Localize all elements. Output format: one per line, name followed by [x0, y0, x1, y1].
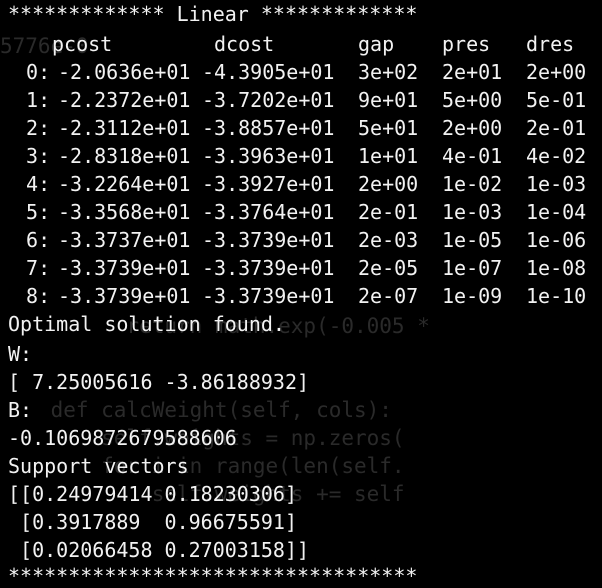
support-vectors-label: Support vectors: [8, 454, 189, 478]
header-line: ************* Linear *************: [8, 2, 418, 26]
support-vector-row: [0.3917889 0.96675591]: [8, 510, 297, 534]
column-header-gap: gap: [358, 32, 395, 56]
iteration-pres-cell: 1e-03: [442, 200, 503, 224]
iteration-dres-cell: 1e-03: [526, 172, 587, 196]
iteration-pres-cell: 1e-02: [442, 172, 503, 196]
iteration-pcost-cell: -2.8318e+01: [58, 144, 191, 168]
iteration-dcost-cell: -3.3927e+01: [202, 172, 335, 196]
iteration-dcost-cell: -3.3739e+01: [202, 228, 335, 252]
iteration-pcost-cell: -2.0636e+01: [58, 60, 191, 84]
iteration-pres-cell: 2e+00: [442, 116, 503, 140]
iteration-gap-cell: 2e-05: [358, 256, 419, 280]
iteration-pres-cell: 4e-01: [442, 144, 503, 168]
iteration-dres-cell: 2e-01: [526, 116, 587, 140]
iteration-dres-cell: 1e-10: [526, 284, 587, 308]
footer-line: **********************************: [8, 564, 418, 588]
iteration-pcost-cell: -3.3568e+01: [58, 200, 191, 224]
iteration-pcost-cell: -2.2372e+01: [58, 88, 191, 112]
iteration-dcost-cell: -3.3739e+01: [202, 284, 335, 308]
column-header-row: pcost dcost gap pres dres: [8, 30, 574, 58]
iteration-pres-cell: 1e-05: [442, 228, 503, 252]
iteration-index-cell: 0:: [14, 60, 51, 84]
iteration-index-cell: 6:: [14, 228, 51, 252]
terminal-window[interactable]: 5776e-0 return math.exp(-0.005 * def cal…: [0, 0, 602, 588]
iteration-dcost-cell: -3.3739e+01: [202, 256, 335, 280]
iteration-gap-cell: 5e+01: [358, 116, 419, 140]
column-header-dres: dres: [526, 32, 575, 56]
iteration-pres-cell: 2e+01: [442, 60, 503, 84]
iteration-dcost-cell: -3.8857e+01: [202, 116, 335, 140]
iteration-index-cell: 4:: [14, 172, 51, 196]
iteration-pcost-cell: -3.3737e+01: [58, 228, 191, 252]
support-vector-row: [0.02066458 0.27003158]]: [8, 538, 310, 562]
iteration-dres-cell: 1e-06: [526, 228, 587, 252]
iteration-pcost-cell: -2.3112e+01: [58, 116, 191, 140]
iteration-dcost-cell: -3.7202e+01: [202, 88, 335, 112]
iteration-gap-cell: 2e+00: [358, 172, 419, 196]
iteration-dcost-cell: -4.3905e+01: [202, 60, 335, 84]
status-line: Optimal solution found.: [8, 312, 285, 336]
iteration-dres-cell: 2e+00: [526, 60, 587, 84]
iteration-dres-cell: 5e-01: [526, 88, 587, 112]
iteration-pcost-cell: -3.3739e+01: [58, 256, 191, 280]
iteration-pres-cell: 1e-07: [442, 256, 503, 280]
column-header-pcost: pcost: [52, 32, 113, 56]
b-value: -0.1069872679588606: [8, 426, 237, 450]
iteration-dcost-cell: -3.3764e+01: [202, 200, 335, 224]
iteration-gap-cell: 3e+02: [358, 60, 419, 84]
iteration-pcost-cell: -3.3739e+01: [58, 284, 191, 308]
support-vector-row: [[0.24979414 0.18230306]: [8, 482, 297, 506]
iteration-gap-cell: 2e-01: [358, 200, 419, 224]
iteration-gap-cell: 1e+01: [358, 144, 419, 168]
iteration-dres-cell: 1e-04: [526, 200, 587, 224]
column-header-pres: pres: [442, 32, 491, 56]
iteration-index-cell: 5:: [14, 200, 51, 224]
iteration-gap-cell: 9e+01: [358, 88, 419, 112]
terminal-output: ************* Linear ************* pcost…: [0, 0, 602, 588]
iteration-pcost-cell: -3.2264e+01: [58, 172, 191, 196]
iteration-index-cell: 1:: [14, 88, 51, 112]
iteration-index-cell: 3:: [14, 144, 51, 168]
w-label: W:: [8, 342, 33, 366]
iteration-dcost-cell: -3.3963e+01: [202, 144, 335, 168]
iteration-index-cell: 2:: [14, 116, 51, 140]
iteration-index-cell: 7:: [14, 256, 51, 280]
w-value: [ 7.25005616 -3.86188932]: [8, 370, 310, 394]
column-header-dcost: dcost: [214, 32, 275, 56]
iteration-index-cell: 8:: [14, 284, 51, 308]
b-label: B:: [8, 398, 33, 422]
iteration-dres-cell: 1e-08: [526, 256, 587, 280]
iteration-pres-cell: 1e-09: [442, 284, 503, 308]
iteration-gap-cell: 2e-03: [358, 228, 419, 252]
iteration-dres-cell: 4e-02: [526, 144, 587, 168]
iteration-pres-cell: 5e+00: [442, 88, 503, 112]
iteration-gap-cell: 2e-07: [358, 284, 419, 308]
